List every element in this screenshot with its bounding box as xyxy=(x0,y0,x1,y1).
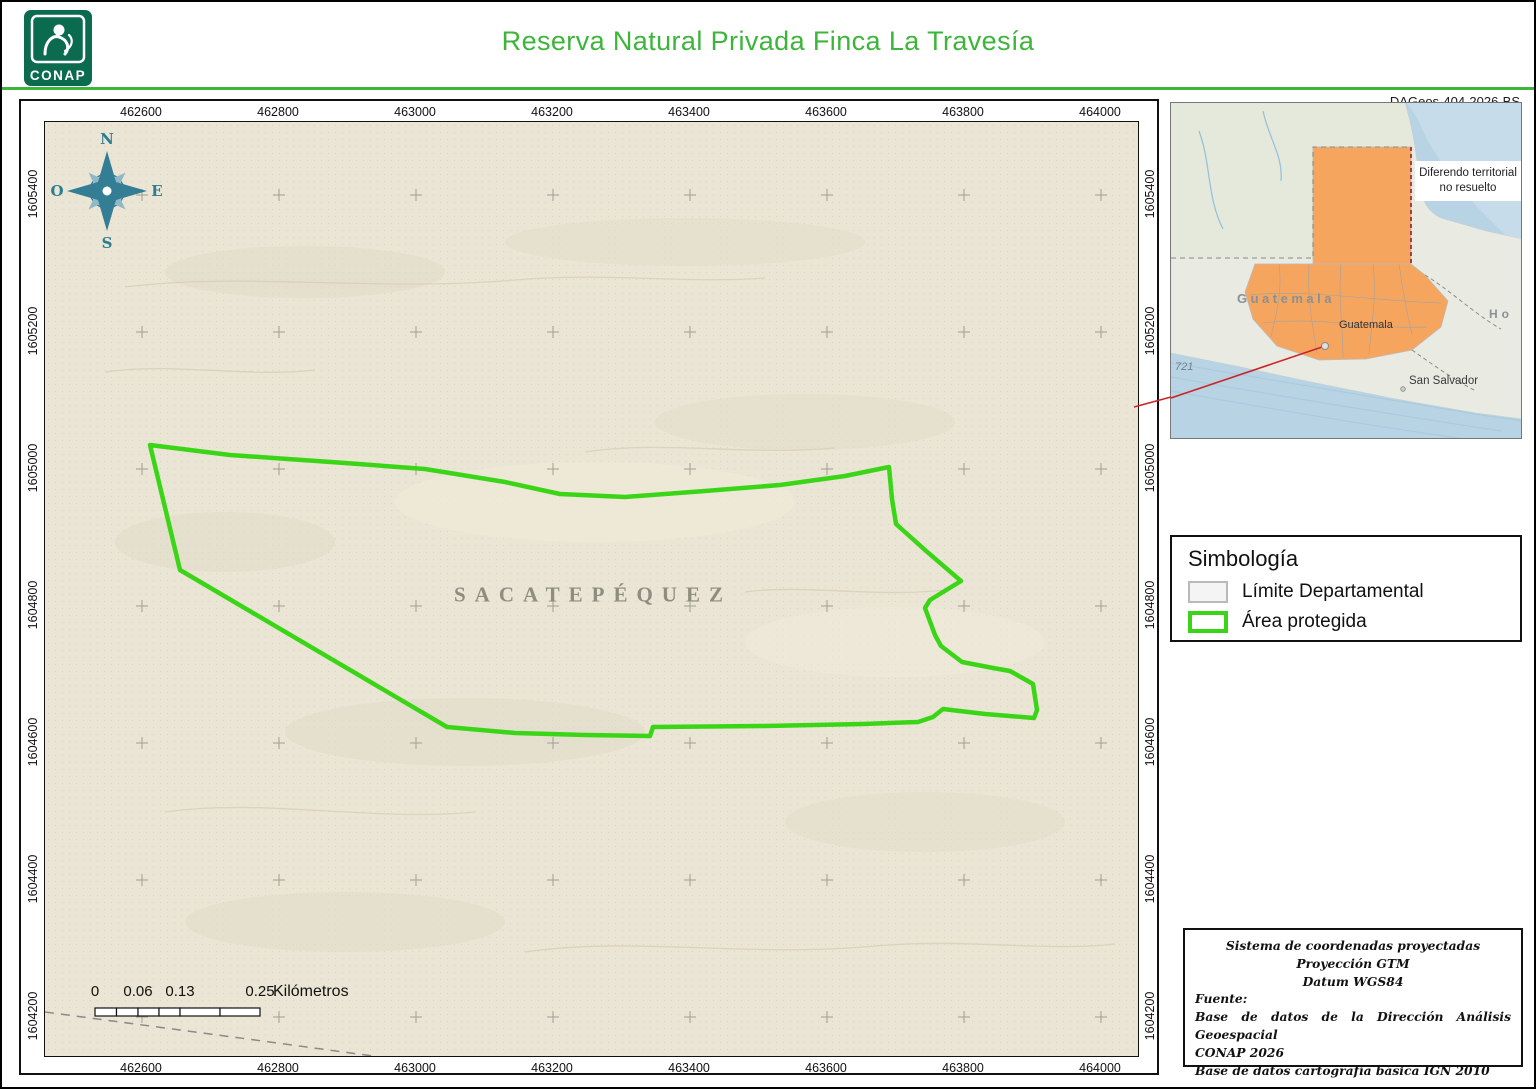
grid-y-label: 1605400 xyxy=(26,169,40,219)
country-label: Guatemala xyxy=(1237,291,1335,306)
grid-y-label: 1604800 xyxy=(1143,580,1157,630)
legend-panel: Simbología Límite Departamental Área pro… xyxy=(1170,535,1522,642)
department-label: SACATEPÉQUEZ xyxy=(454,582,732,607)
scale-tick-label: 0.25 xyxy=(245,983,275,1000)
protected-area-swatch xyxy=(1188,611,1228,633)
grid-y-label: 1604200 xyxy=(1143,991,1157,1041)
scale-tick-label: 0.06 xyxy=(123,983,153,1000)
grid-x-label: 463400 xyxy=(668,1061,710,1075)
grid-x-label: 463600 xyxy=(805,1061,847,1075)
compass-south-label: S xyxy=(102,234,113,252)
datum-line: Datum WGS84 xyxy=(1302,973,1404,989)
projection-line: Proyección GTM xyxy=(1296,955,1410,971)
source-line: Base de datos cartografía básica IGN 201… xyxy=(1195,1062,1490,1078)
locator-inset-map[interactable]: Diferendo territorial no resuelto Guatem… xyxy=(1170,102,1522,439)
legend-title: Simbología xyxy=(1188,546,1299,571)
grid-y-label: 1604800 xyxy=(26,580,40,630)
grid-x-label: 463400 xyxy=(668,105,710,119)
grid-x-label: 463200 xyxy=(531,1061,573,1075)
scale-unit-label: Kilómetros xyxy=(273,983,349,1000)
grid-x-label: 463600 xyxy=(805,105,847,119)
legend-item-label: Límite Departamental xyxy=(1242,581,1424,602)
grid-x-label: 462800 xyxy=(257,105,299,119)
page-title: Reserva Natural Privada Finca La Travesí… xyxy=(501,26,1035,56)
disputed-territory-note: Diferendo territorial no resuelto xyxy=(1415,161,1521,201)
grid-y-label: 1605400 xyxy=(1143,169,1157,219)
grid-x-label: 462600 xyxy=(120,1061,162,1075)
grid-y-label: 1605000 xyxy=(26,443,40,493)
scale-bar-graphic xyxy=(94,1007,261,1017)
guatemala-peten xyxy=(1312,146,1412,265)
compass-rose: N S E O xyxy=(47,128,167,259)
grid-x-label: 464000 xyxy=(1079,105,1121,119)
compass-east-label: E xyxy=(151,182,162,200)
grid-y-label: 1605200 xyxy=(1143,306,1157,356)
metadata-panel: Sistema de coordenadas proyectadas Proye… xyxy=(1183,928,1523,1078)
scale-tick-label: 0.13 xyxy=(165,983,195,1000)
header-divider xyxy=(2,87,1534,90)
grid-y-label: 1604400 xyxy=(26,854,40,904)
grid-y-label: 1605200 xyxy=(26,306,40,356)
compass-north-label: N xyxy=(100,130,114,148)
san-salvador-label: San Salvador xyxy=(1409,375,1479,387)
grid-y-label: 1604600 xyxy=(1143,717,1157,767)
grid-y-label: 1604200 xyxy=(26,991,40,1041)
grid-x-label: 462600 xyxy=(120,105,162,119)
road-number-label: 721 xyxy=(1175,361,1194,373)
grid-x-label: 463200 xyxy=(531,105,573,119)
inset-drawing xyxy=(1171,103,1521,438)
grid-y-label: 1604400 xyxy=(1143,854,1157,904)
map-canvas[interactable]: SACATEPÉQUEZ N S E O 0 0.06 0.13 0.25 Ki… xyxy=(44,121,1139,1057)
legend-item-label: Área protegida xyxy=(1242,611,1367,632)
legend-item-area-protegida[interactable]: Área protegida xyxy=(1188,611,1504,633)
grid-x-label: 463800 xyxy=(942,1061,984,1075)
scale-tick-label: 0 xyxy=(90,983,100,1000)
grid-x-label: 464000 xyxy=(1079,1061,1121,1075)
map-document-page: CONAP Reserva Natural Privada Finca La T… xyxy=(0,0,1536,1089)
san-salvador-dot xyxy=(1400,386,1406,392)
grid-x-label: 463800 xyxy=(942,105,984,119)
compass-west-label: O xyxy=(50,182,63,200)
grid-x-label: 462800 xyxy=(257,1061,299,1075)
grid-x-label: 463000 xyxy=(394,1061,436,1075)
logo-text: CONAP xyxy=(30,68,86,83)
guatemala-city-dot xyxy=(1321,342,1329,350)
grid-x-label: 463000 xyxy=(394,105,436,119)
legend-item-limite-departamental[interactable]: Límite Departamental xyxy=(1188,581,1504,603)
grid-y-label: 1604600 xyxy=(26,717,40,767)
source-line: Base de datos de la Dirección Análisis G… xyxy=(1195,1009,1511,1043)
map-frame: SACATEPÉQUEZ N S E O 0 0.06 0.13 0.25 Ki… xyxy=(19,99,1159,1075)
scale-bar: 0 0.06 0.13 0.25 Kilómetros xyxy=(80,983,500,1029)
coordinate-system-line: Sistema de coordenadas proyectadas xyxy=(1225,938,1481,953)
source-label: Fuente: xyxy=(1195,991,1248,1007)
grid-y-label: 1605000 xyxy=(1143,443,1157,493)
compass-star xyxy=(67,151,147,231)
departmental-limit-swatch xyxy=(1188,581,1228,603)
honduras-partial-label: Ho xyxy=(1489,307,1513,321)
capital-city-label: Guatemala xyxy=(1339,319,1393,331)
source-line: CONAP 2026 xyxy=(1195,1044,1285,1060)
